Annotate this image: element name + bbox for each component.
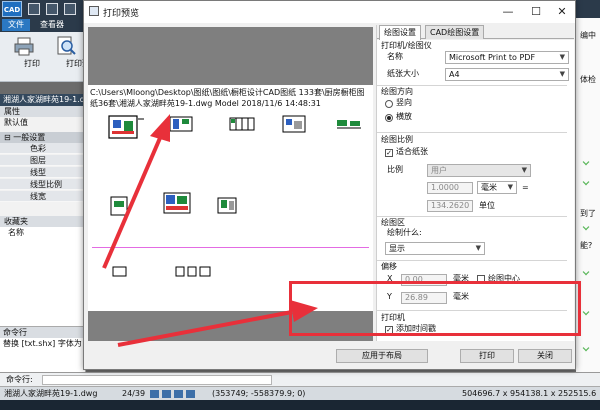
arrow-to-preview-caption <box>102 114 170 269</box>
arrow-to-offset-area <box>117 300 318 347</box>
annotation-arrows <box>102 114 318 347</box>
